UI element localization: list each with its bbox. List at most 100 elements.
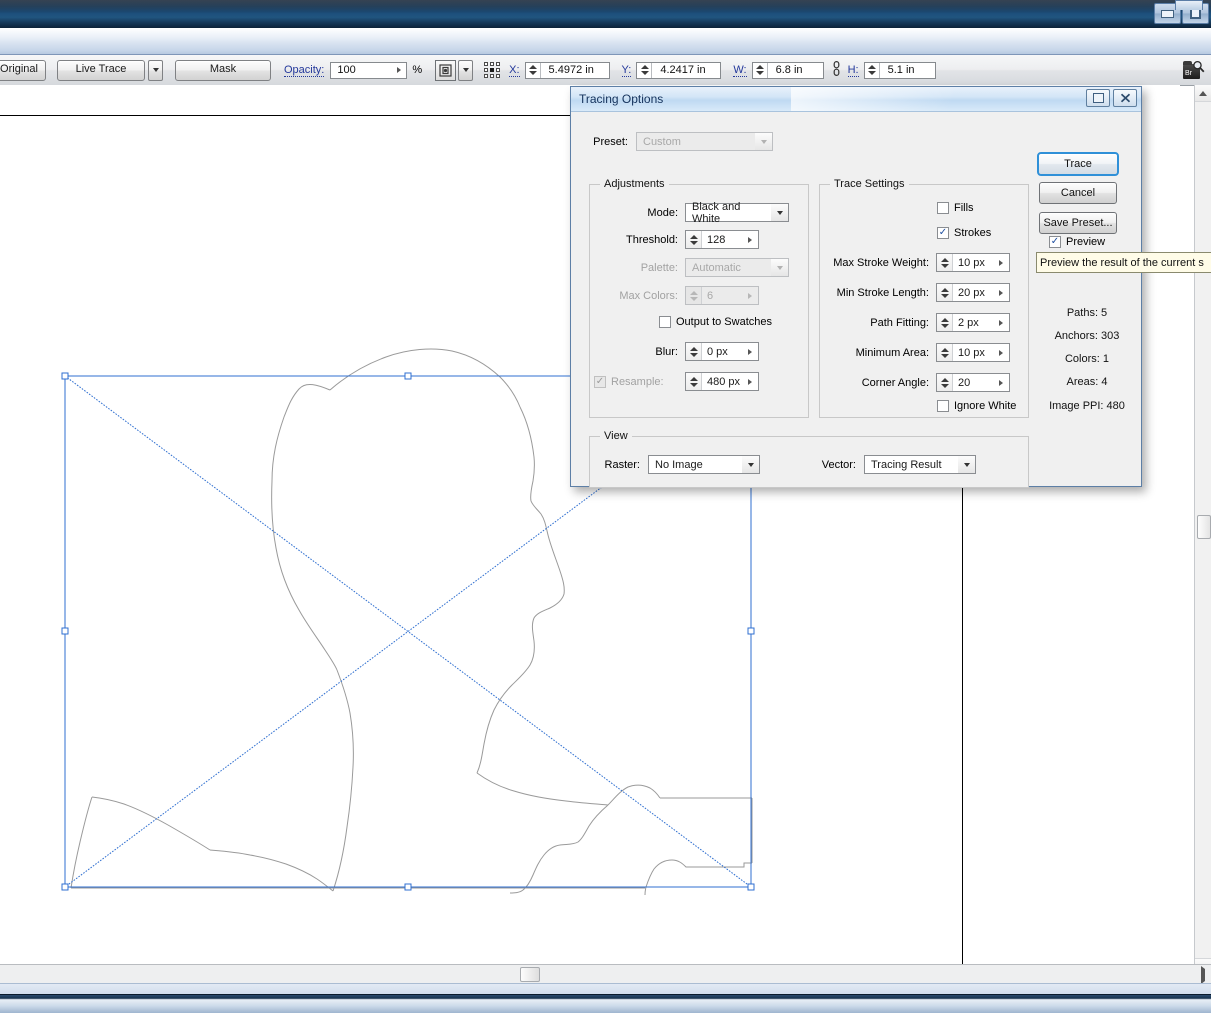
ref-cell[interactable] bbox=[490, 62, 495, 66]
minimum-area-stepper[interactable] bbox=[937, 344, 953, 361]
handle-middle-right bbox=[747, 627, 755, 635]
w-stepper[interactable] bbox=[754, 62, 768, 78]
min-stroke-length-stepper[interactable] bbox=[937, 284, 953, 301]
trace-button[interactable]: Trace bbox=[1037, 152, 1119, 176]
blur-input[interactable]: 0 px bbox=[685, 342, 759, 361]
live-trace-button[interactable]: Live Trace bbox=[57, 59, 145, 81]
stepper-up-icon bbox=[640, 65, 649, 69]
scroll-up-button[interactable] bbox=[1195, 85, 1211, 102]
resample-checkbox: ✓ Resample: bbox=[594, 375, 678, 388]
max-stroke-weight-flyout-icon[interactable] bbox=[993, 259, 1009, 266]
max-stroke-weight-input[interactable]: 10 px bbox=[936, 253, 1010, 272]
x-stepper[interactable] bbox=[527, 62, 541, 78]
os-title-bar bbox=[0, 0, 1211, 28]
vertical-scroll-thumb[interactable] bbox=[1197, 515, 1211, 539]
live-trace-menu-button[interactable] bbox=[148, 59, 163, 81]
min-stroke-length-input[interactable]: 20 px bbox=[936, 283, 1010, 302]
output-to-swatches-checkbox[interactable]: Output to Swatches bbox=[659, 316, 772, 328]
save-preset-button[interactable]: Save Preset... bbox=[1039, 212, 1117, 234]
dialog-title: Tracing Options bbox=[579, 92, 664, 106]
resample-value: 480 px bbox=[707, 375, 741, 388]
ref-cell[interactable] bbox=[496, 74, 501, 78]
strokes-label: Strokes bbox=[954, 227, 992, 239]
w-label[interactable]: W: bbox=[733, 64, 747, 77]
horizontal-scroll-thumb[interactable] bbox=[520, 967, 540, 982]
dialog-close-button[interactable] bbox=[1113, 89, 1137, 107]
mask-button[interactable]: Mask bbox=[175, 59, 271, 81]
corner-angle-input[interactable]: 20 bbox=[936, 373, 1010, 392]
checkbox-box: ✓ bbox=[594, 375, 606, 388]
minimum-area-flyout-icon[interactable] bbox=[993, 349, 1009, 356]
dialog-minimize-button[interactable] bbox=[1086, 89, 1110, 107]
x-label[interactable]: X: bbox=[509, 64, 520, 77]
scroll-right-icon[interactable] bbox=[1201, 966, 1205, 984]
mode-select[interactable]: Black and White bbox=[685, 201, 789, 225]
ref-cell[interactable] bbox=[496, 62, 501, 66]
threshold-stepper[interactable] bbox=[686, 231, 702, 248]
reference-point-icon[interactable] bbox=[484, 62, 501, 78]
max-stroke-weight-stepper[interactable] bbox=[937, 254, 953, 271]
corner-angle-stepper[interactable] bbox=[937, 374, 953, 391]
ref-cell[interactable] bbox=[484, 74, 489, 78]
view-title: View bbox=[600, 430, 632, 442]
blur-value: 0 px bbox=[707, 345, 728, 358]
chevron-down-icon bbox=[152, 68, 159, 72]
dialog-title-bar[interactable]: Tracing Options bbox=[571, 87, 1141, 112]
trace-path-face-profile bbox=[476, 406, 565, 774]
preset-select[interactable]: Custom bbox=[636, 132, 773, 151]
cancel-button[interactable]: Cancel bbox=[1039, 182, 1117, 204]
document-horizontal-scrollbar[interactable] bbox=[0, 964, 1211, 984]
palette-label: Palette: bbox=[640, 261, 678, 274]
preview-checkbox[interactable]: ✓ Preview bbox=[1049, 236, 1105, 248]
threshold-input[interactable]: 128 bbox=[685, 230, 759, 249]
blur-stepper[interactable] bbox=[686, 343, 702, 360]
opacity-flyout-icon[interactable] bbox=[397, 67, 402, 73]
ignore-white-checkbox[interactable]: Ignore White bbox=[937, 400, 1016, 412]
threshold-flyout-icon[interactable] bbox=[742, 236, 758, 243]
restore-icon[interactable] bbox=[1175, 0, 1203, 10]
constrain-proportions-icon[interactable] bbox=[435, 59, 457, 81]
ref-cell[interactable] bbox=[484, 68, 489, 72]
ref-cell[interactable] bbox=[484, 62, 489, 66]
h-stepper[interactable] bbox=[866, 62, 880, 78]
minimum-area-input[interactable]: 10 px bbox=[936, 343, 1010, 362]
fills-checkbox[interactable]: Fills bbox=[937, 202, 974, 214]
raster-select[interactable]: No Image bbox=[648, 455, 760, 474]
ref-cell-active[interactable] bbox=[490, 68, 495, 72]
blur-flyout-icon[interactable] bbox=[742, 348, 758, 355]
opacity-input[interactable]: 100 bbox=[330, 61, 408, 79]
taskbar[interactable] bbox=[0, 994, 1211, 1013]
original-button[interactable]: Original bbox=[0, 59, 46, 81]
path-fitting-stepper[interactable] bbox=[937, 314, 953, 331]
stat-colors: Colors: 1 bbox=[1064, 353, 1110, 365]
ref-cell[interactable] bbox=[490, 74, 495, 78]
h-label[interactable]: H: bbox=[847, 64, 859, 77]
bridge-button[interactable]: Br bbox=[1183, 60, 1205, 80]
constrain-glyph bbox=[439, 63, 452, 77]
min-stroke-length-flyout-icon[interactable] bbox=[993, 289, 1009, 296]
resample-input[interactable]: 480 px bbox=[685, 372, 759, 391]
y-input[interactable]: 4.2417 in bbox=[636, 61, 722, 79]
strokes-checkbox[interactable]: ✓ Strokes bbox=[937, 227, 991, 239]
title-sheen bbox=[791, 87, 1021, 111]
constrain-menu-button[interactable] bbox=[458, 59, 474, 81]
link-chain-icon[interactable] bbox=[832, 61, 841, 79]
vector-select[interactable]: Tracing Result bbox=[864, 455, 976, 474]
w-input[interactable]: 6.8 in bbox=[751, 61, 824, 79]
corner-angle-flyout-icon[interactable] bbox=[993, 379, 1009, 386]
y-label[interactable]: Y: bbox=[621, 64, 632, 77]
trace-path-neck-left bbox=[332, 669, 354, 892]
path-fitting-input[interactable]: 2 px bbox=[936, 313, 1010, 332]
path-fitting-flyout-icon[interactable] bbox=[993, 319, 1009, 326]
path-fitting-row: Path Fitting: 2 px bbox=[817, 313, 1010, 332]
resample-stepper[interactable] bbox=[686, 373, 702, 390]
y-stepper[interactable] bbox=[638, 62, 653, 78]
tracing-options-dialog[interactable]: Tracing Options Preset: Custom Adjustmen… bbox=[570, 86, 1142, 488]
h-input[interactable]: 5.1 in bbox=[863, 61, 936, 79]
ref-cell[interactable] bbox=[496, 68, 501, 72]
resample-flyout-icon[interactable] bbox=[742, 378, 758, 385]
x-input[interactable]: 5.4972 in bbox=[524, 61, 610, 79]
trace-path-shoulder-left bbox=[209, 849, 334, 892]
opacity-label[interactable]: Opacity: bbox=[284, 64, 325, 77]
document-vertical-scrollbar[interactable] bbox=[1194, 85, 1211, 975]
